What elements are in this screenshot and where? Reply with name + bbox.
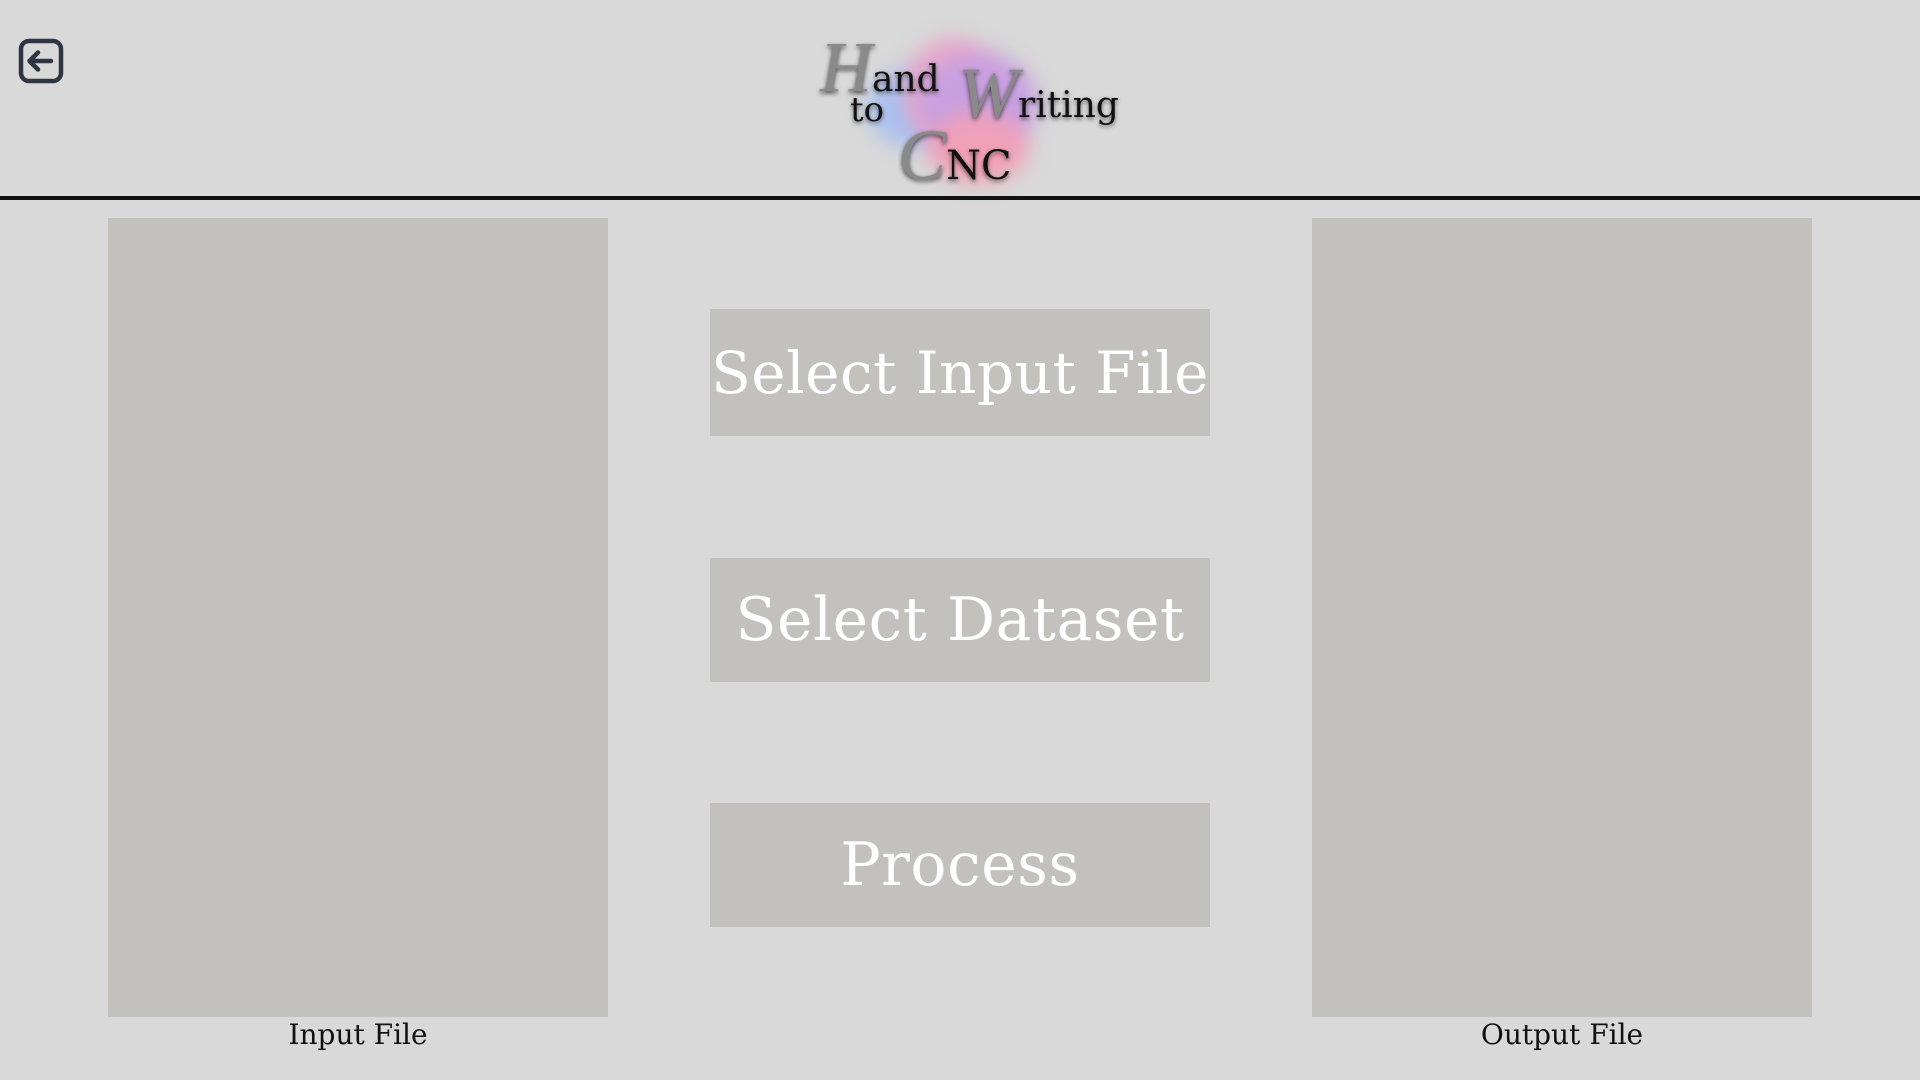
process-button[interactable]: Process <box>710 803 1210 927</box>
select-input-file-button[interactable]: Select Input File <box>710 309 1210 436</box>
output-file-caption: Output File <box>1480 1018 1644 1051</box>
logo-word-cnc: CNC <box>898 115 1012 195</box>
select-dataset-button[interactable]: Select Dataset <box>710 558 1210 682</box>
logo-word-to: to <box>850 90 885 130</box>
input-file-caption: Input File <box>288 1018 428 1051</box>
header-divider <box>0 196 1920 200</box>
input-file-preview <box>108 218 608 1017</box>
app-logo: Hand Writing to CNC <box>808 18 1119 195</box>
output-file-preview <box>1312 218 1812 1017</box>
back-arrow-icon <box>18 38 64 84</box>
back-button[interactable] <box>18 38 64 84</box>
app-window: Hand Writing to CNC Input File Select In… <box>0 0 1920 1080</box>
header: Hand Writing to CNC <box>0 0 1920 200</box>
